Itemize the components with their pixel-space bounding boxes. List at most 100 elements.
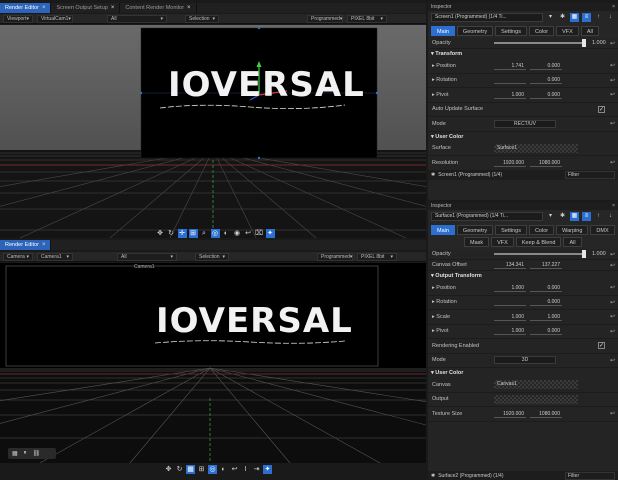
texture-y[interactable]: 1080.000 — [530, 410, 562, 418]
reset-icon[interactable]: ↩ — [610, 159, 615, 166]
auto-update-checkbox[interactable]: ✓ — [598, 105, 605, 113]
gear-icon[interactable]: ✱ — [558, 13, 567, 22]
mode-select-2[interactable]: 3D — [494, 356, 556, 365]
arrow-up-icon[interactable]: ↑ — [594, 13, 603, 22]
canvas-offset-x[interactable]: 134.341 — [494, 261, 526, 269]
camera-dropdown[interactable]: VirtualCam1 ▾ — [37, 14, 73, 23]
scale-x[interactable]: 1.000 — [494, 313, 526, 321]
tab-content-render-monitor[interactable]: Content Render Monitor × — [120, 3, 197, 13]
texture-x[interactable]: 1920.000 — [494, 410, 526, 418]
opacity-slider-2[interactable] — [494, 250, 586, 258]
preset-dropdown[interactable]: Programmed ▾ — [307, 14, 343, 23]
reset-icon[interactable]: ↩ — [610, 410, 615, 417]
tab-color-2[interactable]: Color — [528, 225, 555, 235]
tab-dmx[interactable]: DMX — [590, 225, 615, 235]
transform-icon[interactable]: ⊞ — [188, 228, 198, 238]
grid-view-icon[interactable]: ▦ — [570, 212, 579, 221]
reset-icon[interactable]: ↩ — [610, 313, 615, 320]
link-icon[interactable]: ⛓ — [33, 450, 41, 457]
tab-geometry[interactable]: Geometry — [456, 26, 494, 36]
filter-field-2[interactable]: Filter — [565, 471, 615, 480]
tab-all[interactable]: All — [580, 26, 599, 36]
reset-icon[interactable]: ↩ — [610, 251, 615, 258]
reset-icon[interactable]: ↩ — [610, 120, 615, 127]
reset-icon[interactable]: ↩ — [610, 40, 615, 47]
view-dropdown-2[interactable]: Camera ▾ — [3, 252, 33, 261]
selection-dropdown-2[interactable]: Selection ▾ — [195, 252, 229, 261]
tab-vfx[interactable]: VFX — [556, 26, 579, 36]
reset-icon[interactable]: ↩ — [610, 262, 615, 269]
tab-vfx-2[interactable]: VFX — [491, 237, 514, 247]
gizmo-icon[interactable]: ✦ — [265, 228, 275, 238]
target-icon[interactable]: ◎ — [210, 228, 220, 238]
lock-icon[interactable]: ◐ — [222, 229, 231, 238]
reset-icon[interactable]: ↩ — [610, 91, 615, 98]
user-color-section-2[interactable]: ▾ User Color — [428, 368, 618, 378]
canvas-offset-y[interactable]: 137.227 — [530, 261, 562, 269]
arrow-up-icon[interactable]: ↑ — [594, 212, 603, 221]
selection-dropdown[interactable]: Selection ▾ — [185, 14, 219, 23]
list-view-icon[interactable]: ≡ — [582, 212, 591, 221]
object-name-field[interactable]: Screen1 (Programmed) (1/4 Ti... — [431, 13, 543, 22]
reset-icon[interactable]: ↩ — [610, 284, 615, 291]
canvas-field[interactable]: Canvas1 — [494, 380, 578, 390]
reset-icon[interactable]: ↩ — [610, 62, 615, 69]
tab-mask[interactable]: Mask — [464, 237, 490, 247]
tab-screen-output-setup[interactable]: Screen Output Setup × — [51, 3, 121, 13]
reset-icon[interactable]: ↩ — [610, 328, 615, 335]
reset-icon[interactable]: ↩ — [610, 77, 615, 84]
pause-icon[interactable]: ⏸ — [24, 450, 27, 457]
output-field[interactable] — [494, 394, 578, 404]
position-x[interactable]: 1.741 — [494, 62, 526, 70]
viewport-3d[interactable]: IOVERSAL — [0, 25, 426, 238]
tab-main-2[interactable]: Main — [431, 225, 455, 235]
camera-icon[interactable]: ◉ — [233, 229, 242, 238]
position-x-2[interactable]: 1.000 — [494, 284, 526, 292]
zoom-icon[interactable]: ⌕ — [200, 229, 209, 238]
reset-icon[interactable]: ↩ — [610, 357, 615, 364]
expand-icon[interactable]: ▾ — [546, 212, 555, 221]
tab-settings[interactable]: Settings — [495, 26, 527, 36]
rotation-y[interactable]: 0.000 — [530, 76, 562, 85]
camera-viewport[interactable]: Camera1 IOVERSAL — [0, 263, 426, 463]
mode-dropdown[interactable]: PIXEL 8bit ▾ — [347, 14, 387, 23]
mode-select[interactable]: RECT/UV — [494, 119, 556, 128]
rotation-x-2[interactable] — [494, 298, 526, 307]
text-cursor-icon[interactable]: Ι — [241, 465, 250, 474]
arrow-down-icon[interactable]: ↓ — [606, 13, 615, 22]
expand-icon[interactable]: ▾ — [546, 13, 555, 22]
move-icon[interactable]: ✛ — [177, 228, 187, 238]
tab-main[interactable]: Main — [431, 26, 455, 36]
undo-icon[interactable]: ↩ — [230, 465, 239, 474]
pivot-x[interactable]: 1.000 — [494, 91, 526, 99]
output-transform-section[interactable]: ▾ Output Transform — [428, 271, 618, 281]
close-icon[interactable]: × — [612, 4, 615, 10]
lock-icon[interactable]: ◐ — [219, 465, 228, 474]
resolution-y[interactable]: 1080.000 — [530, 159, 562, 167]
pan-icon[interactable]: ✥ — [156, 229, 165, 238]
camera-dropdown-2[interactable]: Camera1 ▾ — [37, 252, 73, 261]
close-icon[interactable]: × — [612, 203, 615, 209]
close-icon[interactable]: × — [111, 3, 115, 13]
grid-view-icon[interactable]: ▦ — [570, 13, 579, 22]
transform-section[interactable]: ▾ Transform — [428, 49, 618, 59]
position-y[interactable]: 0.000 — [530, 62, 562, 70]
pan-icon[interactable]: ✥ — [164, 465, 173, 474]
arrow-down-icon[interactable]: ↓ — [606, 212, 615, 221]
mode-dropdown-2[interactable]: PIXEL 8bit ▾ — [357, 252, 397, 261]
gear-icon[interactable]: ✱ — [558, 212, 567, 221]
resolution-x[interactable]: 1920.000 — [494, 159, 526, 167]
grid-icon[interactable]: ▦ — [186, 464, 195, 474]
rendering-enabled-checkbox[interactable]: ✓ — [598, 342, 605, 350]
close-icon[interactable]: × — [187, 3, 191, 13]
tab-settings-2[interactable]: Settings — [495, 225, 527, 235]
gizmo-icon[interactable]: ✦ — [263, 464, 272, 474]
gear-icon[interactable]: ✱ — [431, 473, 435, 479]
tab-keep-blend[interactable]: Keep & Blend — [515, 237, 562, 247]
gear-icon[interactable]: ✱ — [431, 172, 435, 178]
reset-icon[interactable]: ↩ — [610, 299, 615, 306]
transform-icon[interactable]: ⊞ — [197, 465, 206, 474]
filter-field[interactable]: Filter — [565, 171, 615, 179]
grid-icon[interactable]: ▦ — [12, 450, 18, 457]
pivot-y-2[interactable]: 0.000 — [530, 327, 562, 336]
